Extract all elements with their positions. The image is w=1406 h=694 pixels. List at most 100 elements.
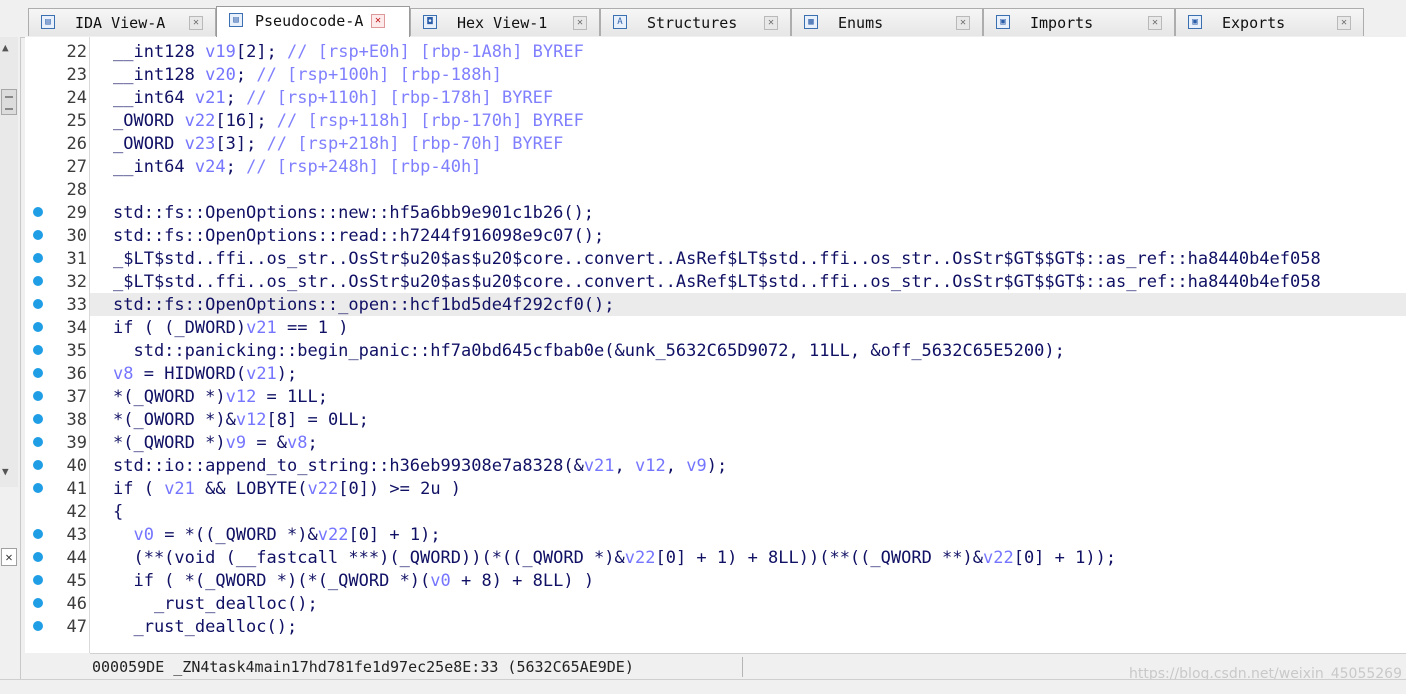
close-tab-icon[interactable]: ✕ [371,14,385,28]
line-number[interactable]: 44 [25,546,89,569]
line-number[interactable]: 26 [25,132,89,155]
line-number[interactable]: 31 [25,247,89,270]
line-number[interactable]: 38 [25,408,89,431]
tab-ida-view-a[interactable]: ▤ IDA View-A ✕ [28,8,216,36]
line-number[interactable]: 39 [25,431,89,454]
pseudocode-view[interactable]: 22 23 24 25 26 27 28 29 30 31 32 33 34 35 36 37 38 39 40 41… [25,37,1406,653]
line-number-text: 43 [66,525,87,545]
code-line[interactable]: { [90,500,1406,523]
breakpoint-dot-icon[interactable] [33,414,43,424]
line-number[interactable]: 45 [25,569,89,592]
tab-pseudocode-a[interactable]: ▤ Pseudocode-A ✕ [216,6,410,37]
code-line[interactable]: std::fs::OpenOptions::new::hf5a6bb9e901c… [90,201,1406,224]
tab-label: IDA View-A [75,14,166,32]
line-number[interactable]: 36 [25,362,89,385]
code-line[interactable]: __int64 v21; // [rsp+110h] [rbp-178h] BY… [90,86,1406,109]
breakpoint-dot-icon[interactable] [33,483,43,493]
code-line[interactable]: __int64 v24; // [rsp+248h] [rbp-40h] [90,155,1406,178]
tab-enums[interactable]: ▦ Enums ✕ [791,8,983,36]
code-line[interactable]: __int128 v19[2]; // [rsp+E0h] [rbp-1A8h]… [90,40,1406,63]
close-tab-icon[interactable]: ✕ [956,16,970,30]
tab-label: Imports [1030,14,1094,32]
line-number[interactable]: 42 [25,500,89,523]
line-number[interactable]: 43 [25,523,89,546]
code-line[interactable]: (**(void (__fastcall ***)(_QWORD))(*((_Q… [90,546,1406,569]
tab-imports[interactable]: ▣ Imports ✕ [983,8,1175,36]
code-line[interactable]: *(_QWORD *)v9 = &v8; [90,431,1406,454]
line-number[interactable]: 32 [25,270,89,293]
breakpoint-dot-icon[interactable] [33,552,43,562]
breakpoint-dot-icon[interactable] [33,299,43,309]
breakpoint-dot-icon[interactable] [33,529,43,539]
code-line[interactable]: _OWORD v23[3]; // [rsp+218h] [rbp-70h] B… [90,132,1406,155]
code-line[interactable]: *(_QWORD *)v12 = 1LL; [90,385,1406,408]
line-number[interactable]: 41 [25,477,89,500]
code-line[interactable]: _OWORD v22[16]; // [rsp+118h] [rbp-170h]… [90,109,1406,132]
code-line[interactable]: std::fs::OpenOptions::read::h7244f916098… [90,224,1406,247]
close-tab-icon[interactable]: ✕ [764,16,778,30]
close-panel-icon[interactable]: ✕ [1,548,17,566]
line-number[interactable]: 27 [25,155,89,178]
line-number[interactable]: 40 [25,454,89,477]
breakpoint-dot-icon[interactable] [33,598,43,608]
code-line-text: __int64 v21; // [rsp+110h] [rbp-178h] BY… [113,88,554,108]
breakpoint-dot-icon[interactable] [33,207,43,217]
code-line[interactable]: _rust_dealloc(); [90,615,1406,638]
line-number[interactable]: 25 [25,109,89,132]
close-tab-icon[interactable]: ✕ [189,16,203,30]
line-number-text: 24 [66,88,87,108]
breakpoint-dot-icon[interactable] [33,345,43,355]
line-number[interactable]: 33 [25,293,89,316]
code-line[interactable]: __int128 v20; // [rsp+100h] [rbp-188h] [90,63,1406,86]
tab-exports[interactable]: ▣ Exports ✕ [1175,8,1364,36]
breakpoint-dot-icon[interactable] [33,460,43,470]
breakpoint-dot-icon[interactable] [33,621,43,631]
code-line[interactable]: std::panicking::begin_panic::hf7a0bd645c… [90,339,1406,362]
code-line[interactable]: _rust_dealloc(); [90,592,1406,615]
close-tab-icon[interactable]: ✕ [1148,16,1162,30]
code-line[interactable]: *(_OWORD *)&v12[8] = 0LL; [90,408,1406,431]
code-line-text: _OWORD v22[16]; // [rsp+118h] [rbp-170h]… [113,111,584,131]
code-line-current[interactable]: std::fs::OpenOptions::_open::hcf1bd5de4f… [90,293,1406,316]
code-line[interactable]: v0 = *((_QWORD *)&v22[0] + 1); [90,523,1406,546]
breakpoint-dot-icon[interactable] [33,391,43,401]
line-number[interactable]: 23 [25,63,89,86]
line-number[interactable]: 46 [25,592,89,615]
pseudocode-icon: ▤ [229,13,243,27]
line-number[interactable]: 47 [25,615,89,638]
scroll-up-icon[interactable]: ▲ [2,41,9,54]
breakpoint-dot-icon[interactable] [33,276,43,286]
structures-icon: A [613,15,627,29]
line-number[interactable]: 35 [25,339,89,362]
line-number[interactable]: 37 [25,385,89,408]
line-number-text: 29 [66,203,87,223]
breakpoint-dot-icon[interactable] [33,437,43,447]
scroll-down-icon[interactable]: ▼ [2,465,9,478]
code-line[interactable] [90,178,1406,201]
code-line[interactable]: if ( (_DWORD)v21 == 1 ) [90,316,1406,339]
tab-hex-view-1[interactable]: ◘ Hex View-1 ✕ [410,8,600,36]
vertical-scrollbar[interactable]: ▲ ▼ [0,37,18,487]
close-tab-icon[interactable]: ✕ [1337,16,1351,30]
tab-structures[interactable]: A Structures ✕ [600,8,791,36]
close-tab-icon[interactable]: ✕ [573,16,587,30]
scrollbar-thumb[interactable] [1,89,17,115]
line-number[interactable]: 22 [25,40,89,63]
breakpoint-dot-icon[interactable] [33,575,43,585]
code-line[interactable]: _$LT$std..ffi..os_str..OsStr$u20$as$u20$… [90,247,1406,270]
code-line[interactable]: std::io::append_to_string::h36eb99308e7a… [90,454,1406,477]
line-number[interactable]: 34 [25,316,89,339]
breakpoint-dot-icon[interactable] [33,322,43,332]
line-number[interactable]: 29 [25,201,89,224]
line-number[interactable]: 24 [25,86,89,109]
code-line[interactable]: v8 = HIDWORD(v21); [90,362,1406,385]
line-number[interactable]: 28 [25,178,89,201]
breakpoint-dot-icon[interactable] [33,230,43,240]
breakpoint-dot-icon[interactable] [33,253,43,263]
code-line[interactable]: if ( v21 && LOBYTE(v22[0]) >= 2u ) [90,477,1406,500]
code-line-text: v0 = *((_QWORD *)&v22[0] + 1); [133,525,441,545]
line-number[interactable]: 30 [25,224,89,247]
breakpoint-dot-icon[interactable] [33,368,43,378]
code-line[interactable]: _$LT$std..ffi..os_str..OsStr$u20$as$u20$… [90,270,1406,293]
code-line[interactable]: if ( *(_QWORD *)(*(_QWORD *)(v0 + 8) + 8… [90,569,1406,592]
